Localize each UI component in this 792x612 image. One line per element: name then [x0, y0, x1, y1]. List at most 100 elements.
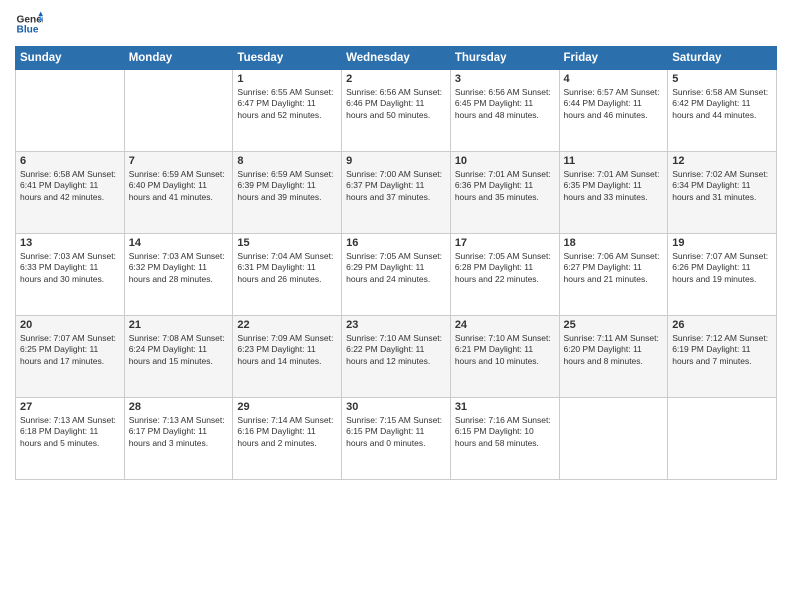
calendar-cell: 21 Sunrise: 7:08 AM Sunset: 6:24 PM Dayli…: [124, 316, 233, 398]
calendar-cell: [668, 398, 777, 480]
calendar-cell: 3 Sunrise: 6:56 AM Sunset: 6:45 PM Daylig…: [450, 70, 559, 152]
day-number: 30: [346, 401, 446, 413]
calendar-cell: 8 Sunrise: 6:59 AM Sunset: 6:39 PM Daylig…: [233, 152, 342, 234]
cell-content: Sunrise: 7:07 AM Sunset: 6:25 PM Dayligh…: [20, 333, 120, 367]
cell-content: Sunrise: 7:07 AM Sunset: 6:26 PM Dayligh…: [672, 251, 772, 285]
calendar-cell: 29 Sunrise: 7:14 AM Sunset: 6:16 PM Dayli…: [233, 398, 342, 480]
calendar-cell: 1Sunrise: 6:55 AM Sunset: 6:47 PM Daylig…: [233, 70, 342, 152]
cell-content: Sunrise: 6:56 AM Sunset: 6:46 PM Dayligh…: [346, 87, 446, 121]
day-number: 10: [455, 155, 555, 167]
calendar-cell: [124, 70, 233, 152]
day-number: 22: [237, 319, 337, 331]
day-number: 17: [455, 237, 555, 249]
day-number: 24: [455, 319, 555, 331]
logo-icon: General Blue: [15, 10, 43, 38]
day-number: 4: [564, 73, 664, 85]
calendar-cell: 27 Sunrise: 7:13 AM Sunset: 6:18 PM Dayli…: [16, 398, 125, 480]
dow-header: Wednesday: [342, 47, 451, 70]
day-number: 25: [564, 319, 664, 331]
calendar-cell: 6 Sunrise: 6:58 AM Sunset: 6:41 PM Daylig…: [16, 152, 125, 234]
calendar-cell: 10 Sunrise: 7:01 AM Sunset: 6:36 PM Dayli…: [450, 152, 559, 234]
cell-content: Sunrise: 7:04 AM Sunset: 6:31 PM Dayligh…: [237, 251, 337, 285]
calendar-cell: 25 Sunrise: 7:11 AM Sunset: 6:20 PM Dayli…: [559, 316, 668, 398]
cell-content: Sunrise: 6:59 AM Sunset: 6:39 PM Dayligh…: [237, 169, 337, 203]
day-number: 8: [237, 155, 337, 167]
cell-content: Sunrise: 7:02 AM Sunset: 6:34 PM Dayligh…: [672, 169, 772, 203]
day-number: 20: [20, 319, 120, 331]
calendar-cell: [16, 70, 125, 152]
day-number: 29: [237, 401, 337, 413]
calendar-cell: 2 Sunrise: 6:56 AM Sunset: 6:46 PM Daylig…: [342, 70, 451, 152]
logo: General Blue: [15, 10, 43, 38]
day-number: 28: [129, 401, 229, 413]
cell-content: Sunrise: 7:12 AM Sunset: 6:19 PM Dayligh…: [672, 333, 772, 367]
day-number: 9: [346, 155, 446, 167]
calendar-cell: 14 Sunrise: 7:03 AM Sunset: 6:32 PM Dayli…: [124, 234, 233, 316]
day-number: 23: [346, 319, 446, 331]
calendar-cell: 18 Sunrise: 7:06 AM Sunset: 6:27 PM Dayli…: [559, 234, 668, 316]
cell-content: Sunrise: 7:11 AM Sunset: 6:20 PM Dayligh…: [564, 333, 664, 367]
dow-header: Thursday: [450, 47, 559, 70]
day-number: 15: [237, 237, 337, 249]
dow-header: Monday: [124, 47, 233, 70]
calendar-cell: [559, 398, 668, 480]
cell-content: Sunrise: 7:03 AM Sunset: 6:33 PM Dayligh…: [20, 251, 120, 285]
day-number: 16: [346, 237, 446, 249]
cell-content: Sunrise: 7:10 AM Sunset: 6:22 PM Dayligh…: [346, 333, 446, 367]
day-number: 26: [672, 319, 772, 331]
cell-content: Sunrise: 7:15 AM Sunset: 6:15 PM Dayligh…: [346, 415, 446, 449]
day-number: 1: [237, 73, 337, 85]
day-number: 7: [129, 155, 229, 167]
cell-content: Sunrise: 7:08 AM Sunset: 6:24 PM Dayligh…: [129, 333, 229, 367]
dow-header: Sunday: [16, 47, 125, 70]
calendar-cell: 12 Sunrise: 7:02 AM Sunset: 6:34 PM Dayli…: [668, 152, 777, 234]
calendar-cell: 5Sunrise: 6:58 AM Sunset: 6:42 PM Daylig…: [668, 70, 777, 152]
cell-content: Sunrise: 7:09 AM Sunset: 6:23 PM Dayligh…: [237, 333, 337, 367]
cell-content: Sunrise: 6:58 AM Sunset: 6:41 PM Dayligh…: [20, 169, 120, 203]
calendar-cell: 13 Sunrise: 7:03 AM Sunset: 6:33 PM Dayli…: [16, 234, 125, 316]
page-header: General Blue: [15, 10, 777, 38]
calendar-cell: 23 Sunrise: 7:10 AM Sunset: 6:22 PM Dayli…: [342, 316, 451, 398]
calendar-cell: 19Sunrise: 7:07 AM Sunset: 6:26 PM Dayli…: [668, 234, 777, 316]
cell-content: Sunrise: 7:14 AM Sunset: 6:16 PM Dayligh…: [237, 415, 337, 449]
cell-content: Sunrise: 7:00 AM Sunset: 6:37 PM Dayligh…: [346, 169, 446, 203]
dow-header: Saturday: [668, 47, 777, 70]
calendar-cell: 7 Sunrise: 6:59 AM Sunset: 6:40 PM Daylig…: [124, 152, 233, 234]
day-number: 31: [455, 401, 555, 413]
calendar-cell: 31Sunrise: 7:16 AM Sunset: 6:15 PM Dayli…: [450, 398, 559, 480]
calendar-cell: 24 Sunrise: 7:10 AM Sunset: 6:21 PM Dayli…: [450, 316, 559, 398]
day-number: 13: [20, 237, 120, 249]
cell-content: Sunrise: 7:01 AM Sunset: 6:36 PM Dayligh…: [455, 169, 555, 203]
cell-content: Sunrise: 7:03 AM Sunset: 6:32 PM Dayligh…: [129, 251, 229, 285]
calendar-cell: 11 Sunrise: 7:01 AM Sunset: 6:35 PM Dayli…: [559, 152, 668, 234]
calendar-cell: 4 Sunrise: 6:57 AM Sunset: 6:44 PM Daylig…: [559, 70, 668, 152]
dow-header: Friday: [559, 47, 668, 70]
cell-content: Sunrise: 7:05 AM Sunset: 6:28 PM Dayligh…: [455, 251, 555, 285]
cell-content: Sunrise: 6:57 AM Sunset: 6:44 PM Dayligh…: [564, 87, 664, 121]
calendar-cell: 26 Sunrise: 7:12 AM Sunset: 6:19 PM Dayli…: [668, 316, 777, 398]
cell-content: Sunrise: 7:10 AM Sunset: 6:21 PM Dayligh…: [455, 333, 555, 367]
cell-content: Sunrise: 7:13 AM Sunset: 6:18 PM Dayligh…: [20, 415, 120, 449]
cell-content: Sunrise: 6:58 AM Sunset: 6:42 PM Dayligh…: [672, 87, 772, 121]
calendar-cell: 30 Sunrise: 7:15 AM Sunset: 6:15 PM Dayli…: [342, 398, 451, 480]
day-number: 12: [672, 155, 772, 167]
dow-header: Tuesday: [233, 47, 342, 70]
calendar-cell: 9 Sunrise: 7:00 AM Sunset: 6:37 PM Daylig…: [342, 152, 451, 234]
day-number: 27: [20, 401, 120, 413]
day-number: 21: [129, 319, 229, 331]
day-number: 6: [20, 155, 120, 167]
cell-content: Sunrise: 7:06 AM Sunset: 6:27 PM Dayligh…: [564, 251, 664, 285]
cell-content: Sunrise: 7:01 AM Sunset: 6:35 PM Dayligh…: [564, 169, 664, 203]
day-number: 2: [346, 73, 446, 85]
day-number: 11: [564, 155, 664, 167]
cell-content: Sunrise: 6:59 AM Sunset: 6:40 PM Dayligh…: [129, 169, 229, 203]
day-number: 14: [129, 237, 229, 249]
cell-content: Sunrise: 6:56 AM Sunset: 6:45 PM Dayligh…: [455, 87, 555, 121]
day-number: 3: [455, 73, 555, 85]
day-number: 18: [564, 237, 664, 249]
calendar-cell: 22 Sunrise: 7:09 AM Sunset: 6:23 PM Dayli…: [233, 316, 342, 398]
calendar-cell: 16Sunrise: 7:05 AM Sunset: 6:29 PM Dayli…: [342, 234, 451, 316]
calendar-cell: 28Sunrise: 7:13 AM Sunset: 6:17 PM Dayli…: [124, 398, 233, 480]
calendar-table: SundayMondayTuesdayWednesdayThursdayFrid…: [15, 46, 777, 480]
svg-text:Blue: Blue: [17, 25, 39, 36]
